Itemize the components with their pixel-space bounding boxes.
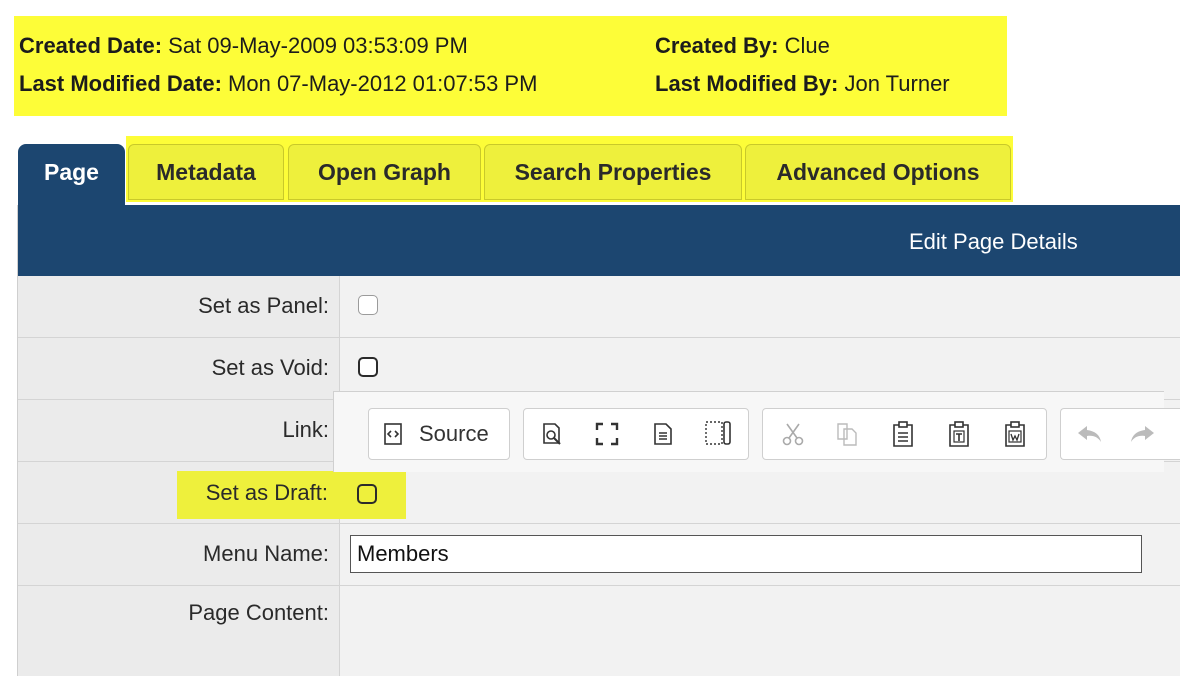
new-page-button[interactable]: [647, 418, 679, 450]
set-as-panel-checkbox[interactable]: [358, 295, 378, 315]
copy-icon: [837, 423, 857, 446]
tab-metadata[interactable]: Metadata: [128, 144, 284, 200]
set-as-panel-label: Set as Panel:: [198, 293, 329, 318]
created-date-value: Sat 09-May-2009 03:53:09 PM: [168, 33, 468, 58]
last-modified-date-label: Last Modified Date:: [19, 71, 222, 96]
created-date-label: Created Date:: [19, 33, 163, 58]
undo-icon: [1078, 426, 1101, 442]
set-as-draft-label: Set as Draft:: [205, 480, 328, 505]
preview-button[interactable]: [536, 418, 568, 450]
row-set-as-panel: Set as Panel:: [18, 276, 1180, 338]
link-label: Link:: [282, 417, 329, 442]
menu-name-input[interactable]: [350, 535, 1142, 573]
last-modified-by-value: Jon Turner: [844, 71, 950, 96]
maximize-button[interactable]: [591, 418, 623, 450]
page-info-highlight: [14, 16, 1007, 116]
toolbar-group-document: [523, 408, 749, 460]
set-as-void-label: Set as Void:: [211, 355, 329, 380]
set-as-void-checkbox[interactable]: [358, 357, 378, 377]
toolbar-group-clipboard: [762, 408, 1047, 460]
toolbar-group-history: [1060, 408, 1180, 460]
paste-word-icon: [1005, 421, 1025, 447]
created-date: Created Date: Sat 09-May-2009 03:53:09 P…: [19, 33, 468, 59]
last-modified-date-value: Mon 07-May-2012 01:07:53 PM: [228, 71, 538, 96]
cut-button[interactable]: [777, 418, 809, 450]
value-cell: [340, 586, 1180, 676]
value-cell: [340, 338, 1180, 399]
label-cell: Menu Name:: [18, 524, 340, 585]
label-cell: Link:: [18, 400, 340, 461]
rich-text-editor: Source: [333, 391, 1180, 472]
undo-button[interactable]: [1073, 418, 1105, 450]
label-cell: Set as Panel:: [18, 276, 340, 337]
preview-icon: [543, 423, 561, 445]
redo-icon: [1131, 426, 1154, 442]
created-by-value: Clue: [784, 33, 830, 58]
tab-advanced-options[interactable]: Advanced Options: [745, 144, 1011, 200]
toolbar-group-source: Source: [368, 408, 510, 460]
maximize-icon: [595, 422, 619, 446]
paste-button[interactable]: [887, 418, 919, 450]
value-cell: [340, 524, 1180, 585]
copy-button[interactable]: [831, 418, 863, 450]
row-page-content: Page Content:: [18, 586, 1180, 676]
source-button[interactable]: [377, 418, 409, 450]
menu-name-label: Menu Name:: [203, 541, 329, 566]
tab-page[interactable]: Page: [18, 144, 125, 206]
tab-search-properties[interactable]: Search Properties: [484, 144, 742, 200]
label-cell: Page Content:: [18, 586, 340, 676]
last-modified-by-label: Last Modified By:: [655, 71, 839, 96]
paste-text-button[interactable]: [943, 418, 975, 450]
source-icon: [384, 423, 402, 445]
value-cell: [340, 276, 1180, 337]
redo-button[interactable]: [1127, 418, 1159, 450]
created-by: Created By: Clue: [655, 33, 830, 59]
paste-icon: [893, 421, 913, 447]
page-content-label: Page Content:: [188, 600, 329, 625]
paste-word-button[interactable]: [999, 418, 1031, 450]
last-modified-date: Last Modified Date: Mon 07-May-2012 01:0…: [19, 71, 537, 97]
tab-open-graph[interactable]: Open Graph: [288, 144, 481, 200]
last-modified-by: Last Modified By: Jon Turner: [655, 71, 950, 97]
templates-button[interactable]: [702, 418, 734, 450]
created-by-label: Created By:: [655, 33, 779, 58]
set-as-draft-checkbox[interactable]: [357, 484, 377, 504]
panel-title: Edit Page Details: [909, 229, 1078, 254]
row-menu-name: Menu Name:: [18, 524, 1180, 586]
new-page-icon: [654, 423, 672, 445]
cut-icon: [782, 423, 804, 446]
label-cell: Set as Void:: [18, 338, 340, 399]
paste-text-icon: [949, 421, 969, 447]
source-label: Source: [419, 421, 489, 446]
panel-header: Edit Page Details: [18, 205, 1180, 276]
templates-icon: [705, 421, 731, 445]
